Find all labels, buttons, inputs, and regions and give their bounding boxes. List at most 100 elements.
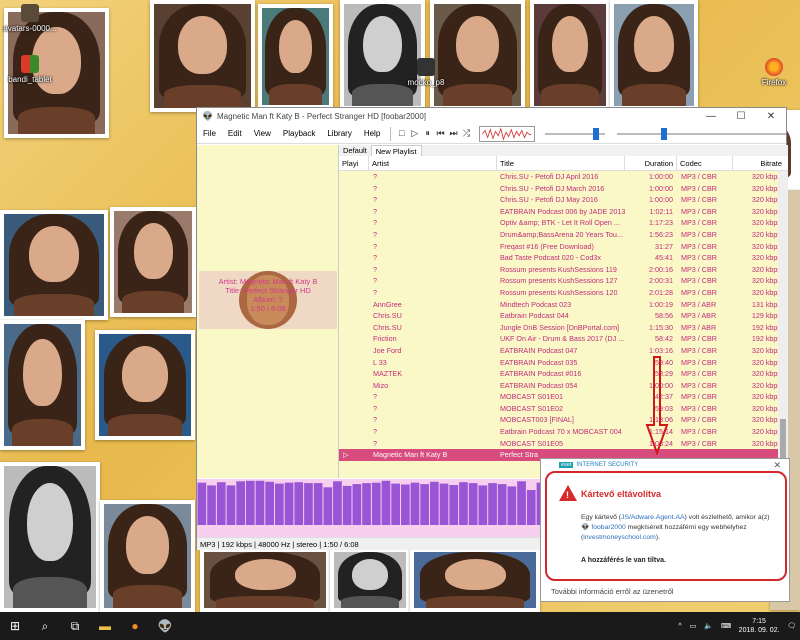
playlist-row[interactable]: ? MOBCAST S01E05 1:08:24 MP3 / CBR 320 kbps — [339, 438, 788, 450]
cell-artist: ? — [373, 229, 377, 239]
playlist-row[interactable]: Chris.SU Eatbrain Podcast 044 58:56 MP3 / A… — [339, 310, 788, 322]
playlist-row[interactable]: ? MOBCAST003 [FINAL] 1:13:06 MP3 / CBR 320 k… — [339, 414, 788, 426]
folder-icon — [21, 4, 39, 22]
more-info-link[interactable]: További információ erről az üzenetről — [551, 587, 674, 596]
playlist-row[interactable]: ? Chris.SU - Petofi DJ April 2016 1:00:00 M… — [339, 171, 788, 183]
playlist-header: Playi Artist Title Duration Codec Bitrat… — [339, 156, 788, 171]
tab-new-playlist[interactable]: New Playlist — [370, 145, 422, 156]
foobar-taskbar-icon[interactable]: 👽 — [150, 612, 180, 640]
playlist-row[interactable]: Chris.SU Jungle DnB Session [DnBPortal.co… — [339, 322, 788, 334]
playlist-row[interactable]: AnnGree Mindtech Podcast 023 1:00:19 MP3 / … — [339, 299, 788, 311]
task-view-icon[interactable]: ⧉ — [60, 612, 90, 640]
cell-title: EATBRAIN Podcast 047 — [500, 345, 578, 355]
photo — [150, 0, 255, 112]
firefox-taskbar-icon[interactable]: ● — [120, 612, 150, 640]
next-icon[interactable]: ⏭ — [448, 128, 459, 139]
threat-link[interactable]: JS/Adware.Agent.AA — [621, 514, 684, 521]
network-icon[interactable]: ▭ — [686, 622, 701, 630]
menu-view[interactable]: View — [248, 129, 277, 138]
playlist-row[interactable]: ? Eatbrain Podcast 70 x MOBCAST 004 1:15:1… — [339, 426, 788, 438]
random-icon[interactable]: ⤮ — [461, 128, 472, 139]
volume-slider[interactable] — [544, 127, 605, 141]
cell-playi — [339, 403, 369, 415]
title-line: Title: Perfect Stranger HD — [225, 286, 311, 295]
playlist-row[interactable]: ? MOBCAST S01E02 59:03 MP3 / CBR 320 kbps — [339, 403, 788, 415]
column-artist[interactable]: Artist — [369, 156, 497, 170]
minimize-button[interactable]: — — [696, 111, 726, 122]
cell-codec: MP3 / CBR — [681, 415, 717, 425]
menu-playback[interactable]: Playback — [277, 129, 321, 138]
desktop-icon-avatars[interactable]: avatars-0000... — [0, 4, 60, 33]
tab-default[interactable]: Default — [339, 145, 371, 156]
language-icon[interactable]: ⌨ — [717, 622, 735, 630]
photo — [430, 0, 525, 110]
notification-icon[interactable]: 🗨 — [783, 622, 800, 630]
eset-blocked-text: A hozzáférés le van tiltva. — [581, 557, 666, 564]
close-button[interactable]: ✕ — [756, 111, 786, 122]
menu-file[interactable]: File — [197, 129, 222, 138]
search-icon[interactable]: ⌕ — [30, 612, 60, 640]
album-line: Album: ? — [253, 295, 283, 304]
column-playi[interactable]: Playi — [339, 156, 369, 170]
playlist-row[interactable]: ? Chris.SU - Petofi DJ March 2016 1:00:00 M… — [339, 183, 788, 195]
column-bitrate[interactable]: Bitrate — [733, 156, 785, 170]
desktop-icon-firefox[interactable]: Firefox — [744, 58, 800, 87]
play-icon[interactable]: ▷ — [409, 128, 420, 139]
pause-icon[interactable]: ⏸ — [422, 128, 433, 139]
playlist-row[interactable]: ? EATBRAIN Podcast 006 by JADE 2013 1:02:1… — [339, 206, 788, 218]
playlist-row[interactable]: L 33 EATBRAIN Podcast 035 59:40 MP3 / CBR 32… — [339, 357, 788, 369]
spectrum-bar — [275, 483, 284, 525]
seek-bar[interactable] — [616, 127, 786, 141]
spectrum-bar — [420, 484, 429, 525]
playlist-row[interactable]: MAZTEK EATBRAIN Podcast #016 58:29 MP3 / CB… — [339, 368, 788, 380]
playlist-row[interactable]: Joe Ford EATBRAIN Podcast 047 1:03:16 MP3 /… — [339, 345, 788, 357]
column-duration[interactable]: Duration — [625, 156, 677, 170]
cell-artist: AnnGree — [373, 299, 402, 309]
playlist-row[interactable]: ? Freqast #16 (Free Download) 31:27 MP3 / C… — [339, 241, 788, 253]
seek-knob[interactable] — [660, 127, 667, 140]
volume-icon[interactable]: 🔈 — [700, 622, 717, 630]
file-explorer-icon[interactable]: ▬ — [90, 612, 120, 640]
scrollbar-thumb[interactable] — [780, 419, 786, 459]
playlist-row[interactable]: Mizo EATBRAIN Podcast 054 1:00:00 MP3 / CBR… — [339, 380, 788, 392]
windows-start-icon[interactable]: ⊞ — [0, 612, 30, 640]
file-icon — [417, 58, 435, 76]
playlist-row[interactable]: ? Rossum presents KushSessions 120 2:01:28… — [339, 287, 788, 299]
time-line: 1:50 / 6:08 — [250, 304, 286, 313]
stop-icon[interactable]: □ — [396, 128, 407, 139]
column-title[interactable]: Title — [497, 156, 625, 170]
playlist-row[interactable]: ? Rossum presents KushSessions 127 2:00:31… — [339, 275, 788, 287]
playlist-row[interactable]: ? Chris.SU - Petofi DJ May 2016 1:00:00 MP3… — [339, 194, 788, 206]
playlist-row[interactable]: ? Drum&amp;BassArena 20 Years Tou... 1:56:… — [339, 229, 788, 241]
close-icon[interactable]: ✕ — [765, 460, 789, 471]
app-link[interactable]: foobar2000 — [591, 524, 625, 531]
volume-knob[interactable] — [593, 127, 600, 140]
playlist-row[interactable]: ? Bad Taste Podcast 020 - Cod3x 45:41 MP3 /… — [339, 252, 788, 264]
column-codec[interactable]: Codec — [677, 156, 733, 170]
clock[interactable]: 7:15 2018. 09. 02. — [735, 617, 783, 635]
playlist-row[interactable]: ? Optiv &amp; BTK - Let It Roll Open ... 1… — [339, 217, 788, 229]
cell-codec: MP3 / ABR — [681, 311, 717, 321]
playlist-scrollbar[interactable] — [778, 171, 788, 478]
cell-codec: MP3 / CBR — [681, 357, 717, 367]
menu-edit[interactable]: Edit — [222, 129, 248, 138]
photo — [530, 0, 610, 110]
desktop-icon-mocko[interactable]: mocko_p8 — [396, 58, 456, 87]
menu-library[interactable]: Library — [321, 129, 357, 138]
playlist-row[interactable]: Friction UKF On Air - Drum & Bass 2017 (D… — [339, 333, 788, 345]
desktop-icon-bandi-tablet[interactable]: bandi_tablet — [0, 55, 60, 84]
menu-help[interactable]: Help — [358, 129, 386, 138]
playlist-row[interactable]: ? Rossum presents KushSessions 119 2:00:16… — [339, 264, 788, 276]
cell-duration: 1:15:30 — [649, 322, 673, 332]
titlebar[interactable]: 👽 Magnetic Man ft Katy B - Perfect Stran… — [197, 108, 786, 124]
playlist-row[interactable]: ? MOBCAST S01E01 42:37 MP3 / CBR 320 kbps — [339, 391, 788, 403]
eset-headline: Kártevő eltávolítva — [581, 489, 662, 499]
tray-chevron-icon[interactable]: ^ — [674, 623, 685, 630]
cell-artist: ? — [373, 172, 377, 181]
cell-codec: MP3 / CBR — [681, 241, 717, 251]
site-link[interactable]: investmoneyschool.com — [583, 534, 656, 541]
previous-icon[interactable]: ⏮ — [435, 128, 446, 139]
cell-artist: ? — [373, 427, 377, 437]
spectrum-bar — [478, 485, 488, 525]
maximize-button[interactable]: ☐ — [726, 111, 756, 122]
